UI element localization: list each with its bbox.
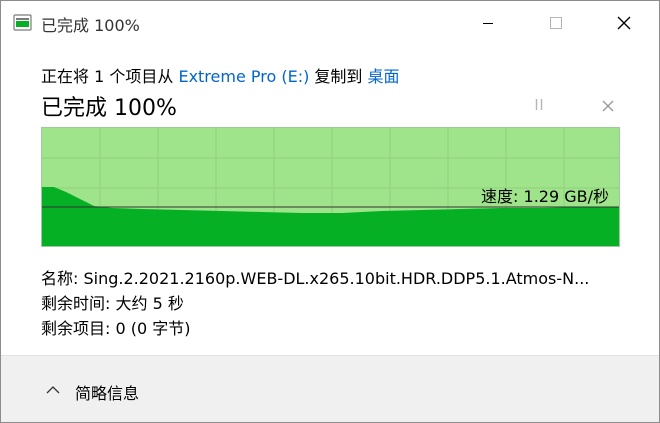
cancel-icon [602,100,614,112]
progress-status: 已完成 100% [41,96,177,121]
destination-link[interactable]: 桌面 [368,67,400,86]
title-bar[interactable]: 已完成 100% [1,1,659,45]
chevron-up-icon[interactable] [45,384,61,396]
maximize-icon [550,17,562,29]
time-remaining-value: 大约 5 秒 [115,294,184,313]
close-button[interactable] [601,1,647,45]
pause-button[interactable] [529,95,549,115]
maximize-button[interactable] [533,1,579,45]
minimize-icon [483,23,493,24]
desc-middle: 复制到 [309,67,368,86]
pause-icon [535,99,543,110]
dialog-footer: 简略信息 [1,355,659,422]
items-remaining-row: 剩余项目: 0 (0 字节) [41,315,191,339]
file-name-value: Sing.2.2021.2160p.WEB-DL.x265.10bit.HDR.… [83,269,590,288]
cancel-button[interactable] [599,97,617,115]
file-name-label: 名称: [41,269,79,288]
copy-description: 正在将 1 个项目从 Extreme Pro (E:) 复制到 桌面 [41,63,400,87]
transfer-speed-graph: 速度: 1.29 GB/秒 [41,127,620,247]
desc-prefix: 正在将 1 个项目从 [41,67,179,86]
speed-label: 速度: 1.29 GB/秒 [481,187,609,206]
time-remaining-label: 剩余时间: [41,294,111,313]
items-remaining-label: 剩余项目: [41,319,111,338]
window-title: 已完成 100% [41,16,140,35]
less-details-button[interactable]: 简略信息 [75,380,139,404]
file-name-row: 名称: Sing.2.2021.2160p.WEB-DL.x265.10bit.… [41,265,616,289]
items-remaining-value: 0 (0 字节) [115,319,191,338]
copy-progress-icon [13,14,32,31]
close-icon [617,16,631,30]
minimize-button[interactable] [465,1,511,45]
file-copy-dialog: 已完成 100% 正在将 1 个项目从 Extreme Pro (E:) 复制到… [0,0,660,423]
time-remaining-row: 剩余时间: 大约 5 秒 [41,290,184,314]
source-link[interactable]: Extreme Pro (E:) [178,67,309,86]
